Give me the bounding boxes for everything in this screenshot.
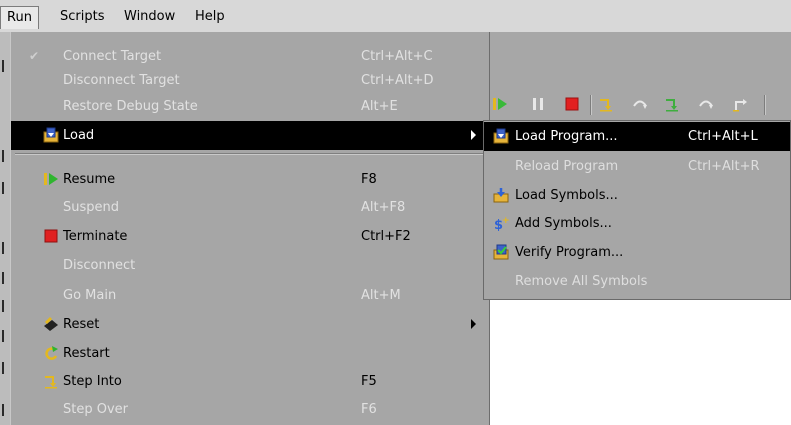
restart-icon (45, 346, 58, 360)
menu-item-step-into[interactable]: Step Into F5 (11, 367, 489, 396)
menu-item-load[interactable]: Load (11, 121, 489, 150)
debug-toolbar (486, 90, 791, 121)
reset-icon (44, 316, 58, 331)
submenu-arrow-icon (471, 130, 476, 140)
load-icon (43, 127, 59, 143)
menu-item-terminate[interactable]: Terminate Ctrl+F2 (11, 222, 489, 251)
menu-item-accelerator: F5 (361, 374, 377, 389)
step-into-icon[interactable] (664, 96, 680, 112)
menu-item-label: Suspend (63, 200, 120, 215)
menu-item-go-main[interactable]: Go Main Alt+M (11, 281, 489, 310)
menu-item-label: Restart (63, 346, 110, 361)
menu-item-restart[interactable]: Restart (11, 339, 489, 368)
verify-program-icon (493, 244, 509, 260)
menu-item-restore-debug-state[interactable]: Restore Debug State Alt+E (11, 92, 489, 121)
resume-icon (44, 173, 58, 185)
step-into-icon[interactable] (598, 96, 614, 112)
menu-item-label: Disconnect (63, 258, 136, 273)
toolbar-separator (764, 95, 766, 115)
workbench-background (486, 32, 791, 90)
submenu-item-add-symbols[interactable]: $ + Add Symbols... (484, 209, 790, 238)
menu-item-label: Go Main (63, 288, 117, 303)
step-into-icon (45, 376, 57, 389)
left-edge (0, 32, 10, 425)
submenu-item-accelerator: Ctrl+Alt+L (688, 129, 758, 144)
menu-help[interactable]: Help (189, 6, 231, 28)
menu-item-disconnect-target[interactable]: Disconnect Target Ctrl+Alt+D (11, 66, 489, 95)
submenu-item-reload-program[interactable]: Reload Program Ctrl+Alt+R (484, 152, 790, 181)
submenu-item-load-symbols[interactable]: Load Symbols... (484, 181, 790, 210)
menu-item-accelerator: Alt+E (361, 99, 398, 114)
menu-run[interactable]: Run (0, 6, 39, 29)
submenu-item-label: Reload Program (515, 159, 619, 174)
submenu-item-label: Verify Program... (515, 245, 624, 260)
menu-item-step-over[interactable]: Step Over F6 (11, 395, 489, 424)
menu-item-disconnect[interactable]: Disconnect (11, 251, 489, 280)
menu-item-accelerator: Ctrl+Alt+D (361, 73, 434, 88)
submenu-item-label: Remove All Symbols (515, 274, 648, 289)
load-submenu: Load Program... Ctrl+Alt+L Reload Progra… (483, 120, 791, 300)
menubar: Run Scripts Window Help (0, 0, 791, 33)
svg-text:+: + (502, 216, 509, 226)
menu-item-label: Step Into (63, 374, 122, 389)
step-return-icon[interactable] (732, 96, 748, 112)
toolbar-separator (590, 95, 592, 115)
menu-item-resume[interactable]: Resume F8 (11, 165, 489, 194)
app-window: Run Scripts Window Help ✔ Connect Target… (0, 0, 791, 425)
submenu-arrow-icon (471, 319, 476, 329)
submenu-item-label: Load Symbols... (515, 188, 618, 203)
menu-item-label: Restore Debug State (63, 99, 198, 114)
terminate-icon[interactable] (564, 96, 580, 112)
load-program-icon (493, 128, 509, 144)
menu-item-label: Terminate (63, 229, 128, 244)
menu-item-label: Resume (63, 172, 116, 187)
submenu-item-label: Load Program... (515, 129, 618, 144)
menu-item-label: Step Over (63, 402, 128, 417)
resume-icon[interactable] (492, 96, 508, 112)
step-over-icon[interactable] (698, 96, 714, 112)
submenu-item-accelerator: Ctrl+Alt+R (688, 159, 760, 174)
step-over-icon[interactable] (632, 96, 648, 112)
suspend-icon[interactable] (530, 96, 546, 112)
menu-item-label: Reset (63, 317, 100, 332)
menu-item-accelerator: F8 (361, 172, 377, 187)
menu-item-accelerator: Ctrl+F2 (361, 229, 411, 244)
menu-item-reset[interactable]: Reset (11, 310, 489, 339)
submenu-item-load-program[interactable]: Load Program... Ctrl+Alt+L (484, 122, 790, 151)
menu-item-accelerator: Alt+F8 (361, 200, 406, 215)
menu-separator (15, 153, 485, 155)
run-menu: ✔ Connect Target Ctrl+Alt+C Disconnect T… (10, 32, 490, 425)
menu-item-label: Load (63, 128, 95, 143)
load-symbols-icon (493, 188, 509, 203)
submenu-item-verify-program[interactable]: Verify Program... (484, 238, 790, 267)
menu-item-accelerator: F6 (361, 402, 377, 417)
submenu-item-label: Add Symbols... (515, 216, 612, 231)
submenu-item-remove-all-symbols[interactable]: Remove All Symbols (484, 267, 790, 296)
menu-item-suspend[interactable]: Suspend Alt+F8 (11, 193, 489, 222)
menu-item-label: Disconnect Target (63, 73, 180, 88)
menu-item-accelerator: Alt+M (361, 288, 401, 303)
menu-window[interactable]: Window (118, 6, 181, 28)
add-symbols-icon: $ + (494, 216, 509, 231)
menu-scripts[interactable]: Scripts (54, 6, 110, 28)
terminate-icon (44, 229, 58, 243)
